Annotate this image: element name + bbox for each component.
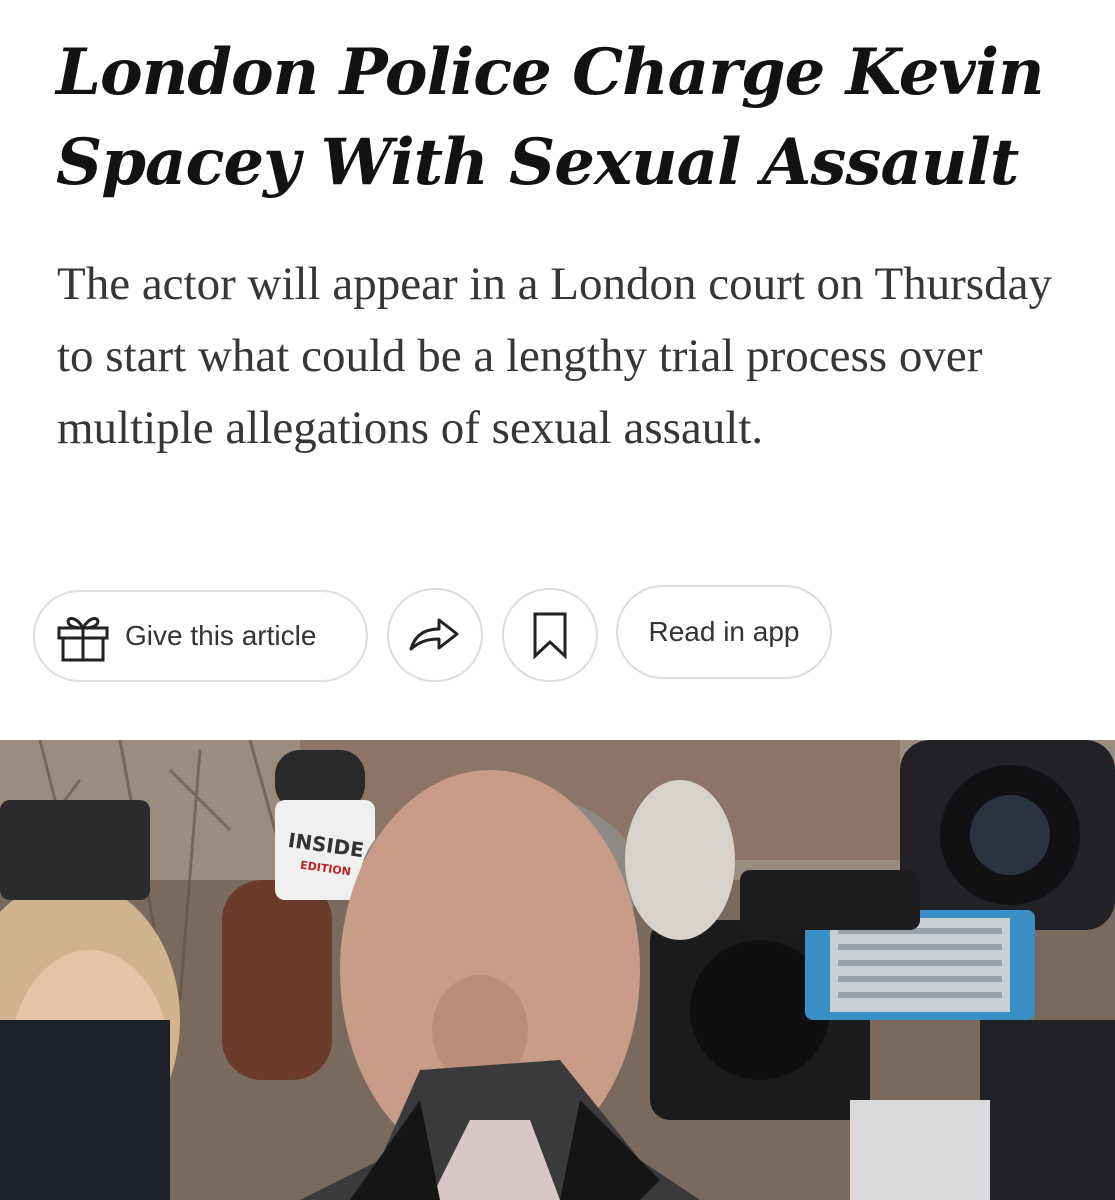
article-headline: London Police Charge Kevin Spacey With S… (56, 35, 1045, 200)
gift-icon (57, 617, 109, 662)
read-in-app-button[interactable]: Read in app (616, 585, 832, 679)
share-button[interactable] (387, 588, 483, 682)
photo-illustration: INSIDE EDITION (0, 740, 1115, 1200)
give-article-button[interactable]: Give this article (33, 590, 368, 682)
article-summary: The actor will appear in a London court … (57, 258, 1052, 454)
share-arrow-icon (409, 618, 459, 651)
article-photo: INSIDE EDITION (0, 740, 1115, 1200)
read-in-app-label: Read in app (648, 616, 800, 647)
save-button[interactable] (502, 588, 598, 682)
bookmark-icon (533, 612, 567, 659)
give-article-label: Give this article (125, 620, 317, 651)
